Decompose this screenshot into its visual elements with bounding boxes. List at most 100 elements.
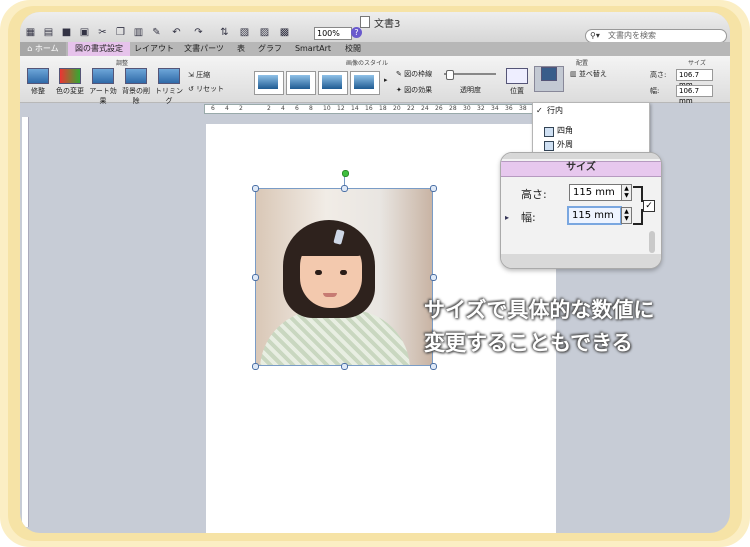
resize-handle-top-right[interactable] [430, 185, 437, 192]
zoom-width-field[interactable]: 115 mm [567, 206, 622, 225]
resize-handle-bottom-left[interactable] [252, 363, 259, 370]
reset-icon: ↺ [188, 85, 197, 93]
template-icon[interactable]: ▤ [42, 27, 55, 39]
artistic-effects-label: アート効果 [89, 87, 117, 105]
ruler-tick-label: 30 [463, 105, 471, 112]
save-icon[interactable]: ■ [60, 27, 73, 39]
color-label: 色の変更 [56, 87, 84, 95]
transparency-label: 透明度 [460, 86, 481, 94]
horizontal-ruler: 6 4 2 2 4 6 8 10 12 14 16 18 20 22 24 26 28 30 32 34 36 38 [204, 104, 541, 114]
selection-frame [255, 188, 433, 366]
color-icon [59, 68, 81, 84]
effects-icon: ✦ [396, 86, 405, 94]
corrections-label: 修整 [31, 87, 45, 95]
zoom-height-field[interactable]: 115 mm [569, 184, 622, 201]
wrap-menu-item-tight[interactable]: 外周 [533, 139, 649, 151]
tab-home[interactable]: ⌂ ホーム [20, 42, 66, 56]
tab-picture-format[interactable]: 図の書式設定 [68, 42, 130, 56]
ruler-tick-label: 22 [407, 105, 415, 112]
height-field[interactable]: 106.7 mm [676, 69, 713, 89]
ruler-tick-label: 24 [421, 105, 429, 112]
tab-table[interactable]: 表 [230, 42, 252, 56]
color-button[interactable]: 色の変更 [54, 68, 86, 96]
picture-effects-button[interactable]: ✦ 図の効果 [396, 85, 432, 95]
help-button[interactable]: ? [351, 27, 362, 38]
position-button[interactable]: 位置 [502, 68, 532, 96]
callout-scrollbar[interactable] [649, 231, 655, 253]
compress-button[interactable]: ⇲ 圧縮 [188, 70, 210, 80]
width-stepper-icon[interactable]: ▲ ▼ [621, 207, 632, 224]
picture-style-1[interactable] [254, 71, 284, 95]
height-stepper-icon[interactable]: ▲ ▼ [621, 184, 632, 201]
tab-layout[interactable]: レイアウト [130, 42, 178, 56]
group-adjust-label: 調整 [116, 60, 129, 67]
styles-more-icon[interactable]: ▸ [384, 76, 388, 84]
search-icon: ⚲▾ [590, 31, 600, 40]
resize-handle-bottom[interactable] [341, 363, 348, 370]
wrap-menu-item-inline[interactable]: ✓ 行内 [533, 105, 649, 117]
annotation-line-2: 変更することもできる [424, 331, 633, 355]
reorder-button[interactable]: ▥ 並べ替え [570, 69, 607, 79]
wrap-menu-label-tight: 外周 [557, 140, 573, 149]
resize-handle-right[interactable] [430, 274, 437, 281]
callout-bottom-bar [501, 254, 661, 268]
ruler-tick-label: 4 [281, 105, 285, 112]
tab-home-label: ホーム [34, 44, 59, 53]
resize-handle-top[interactable] [341, 185, 348, 192]
copy-icon[interactable]: ❐ [114, 27, 127, 39]
paste-icon[interactable]: ▥ [132, 27, 145, 39]
tab-document-parts[interactable]: 文書パーツ [178, 42, 230, 56]
picture-style-4[interactable] [350, 71, 380, 95]
crop-label: トリミング [155, 87, 183, 105]
wrap-menu-label-inline: 行内 [547, 106, 563, 115]
lock-aspect-checkbox[interactable]: ✓ [643, 200, 655, 212]
size-zoom-callout: サイズ ▸ 高さ: 115 mm ▲ ▼ 幅: 115 mm ▲ ▼ ✓ [500, 152, 662, 269]
word-window: 文書3 ▦ ▤ ■ ▣ ✂ ❐ ▥ ✎ ↶ ↷ ⇅ ▧ ▨ ▩ 100% ? ⚲… [20, 12, 730, 533]
resize-handle-bottom-right[interactable] [430, 363, 437, 370]
size-group-title: サイズ [566, 162, 596, 173]
wrap-menu-label-square: 四角 [557, 126, 573, 135]
search-input[interactable]: ⚲▾ 文書内を検索 [585, 29, 727, 43]
gallery-icon[interactable]: ▩ [278, 27, 291, 39]
reset-button[interactable]: ↺ リセット [188, 84, 224, 94]
cut-icon[interactable]: ✂ [96, 27, 109, 39]
tab-smartart[interactable]: SmartArt [288, 42, 338, 56]
reorder-icon: ▥ [570, 70, 579, 78]
undo-icon[interactable]: ↶ [170, 27, 183, 39]
picture-border-label: 図の枠線 [404, 70, 433, 78]
width-field[interactable]: 106.7 mm [676, 85, 713, 105]
picture-style-3[interactable] [318, 71, 348, 95]
search-placeholder: 文書内を検索 [608, 31, 656, 40]
sort-icon[interactable]: ⇅ [218, 27, 231, 39]
resize-handle-left[interactable] [252, 274, 259, 281]
zoom-select[interactable]: 100% [314, 27, 352, 40]
tab-review[interactable]: 校閲 [338, 42, 368, 56]
redo-icon[interactable]: ↷ [192, 27, 205, 39]
wrap-text-button[interactable] [534, 66, 564, 92]
format-painter-icon[interactable]: ✎ [150, 27, 163, 39]
crop-button[interactable]: トリミング [152, 68, 186, 106]
new-doc-icon[interactable]: ▦ [24, 27, 37, 39]
corrections-button[interactable]: 修整 [24, 68, 52, 96]
callout-scroll-arrow-icon: ▸ [505, 213, 510, 222]
ruler-tick-label: 34 [491, 105, 499, 112]
resize-handle-top-left[interactable] [252, 185, 259, 192]
picture-border-button[interactable]: ✎ 図の枠線 [396, 69, 432, 79]
tab-charts[interactable]: グラフ [252, 42, 288, 56]
border-icon: ✎ [396, 70, 405, 78]
ruler-tick-label: 14 [351, 105, 359, 112]
wrap-text-menu: ✓ 行内 四角 外周 [532, 102, 650, 156]
document-title: 文書3 [360, 15, 400, 30]
artistic-effects-button[interactable]: アート効果 [86, 68, 120, 106]
transparency-slider[interactable] [446, 70, 454, 80]
ruler-tick-label: 28 [449, 105, 457, 112]
sidebar-icon[interactable]: ▨ [258, 27, 271, 39]
wrap-menu-item-square[interactable]: 四角 [533, 125, 649, 137]
zoom-width-label: 幅: [521, 211, 536, 224]
columns-icon[interactable]: ▧ [238, 27, 251, 39]
rotation-handle[interactable] [342, 170, 349, 177]
remove-background-button[interactable]: 背景の削除 [122, 68, 150, 106]
lock-bracket-top [633, 186, 643, 202]
picture-style-2[interactable] [286, 71, 316, 95]
print-icon[interactable]: ▣ [78, 27, 91, 39]
